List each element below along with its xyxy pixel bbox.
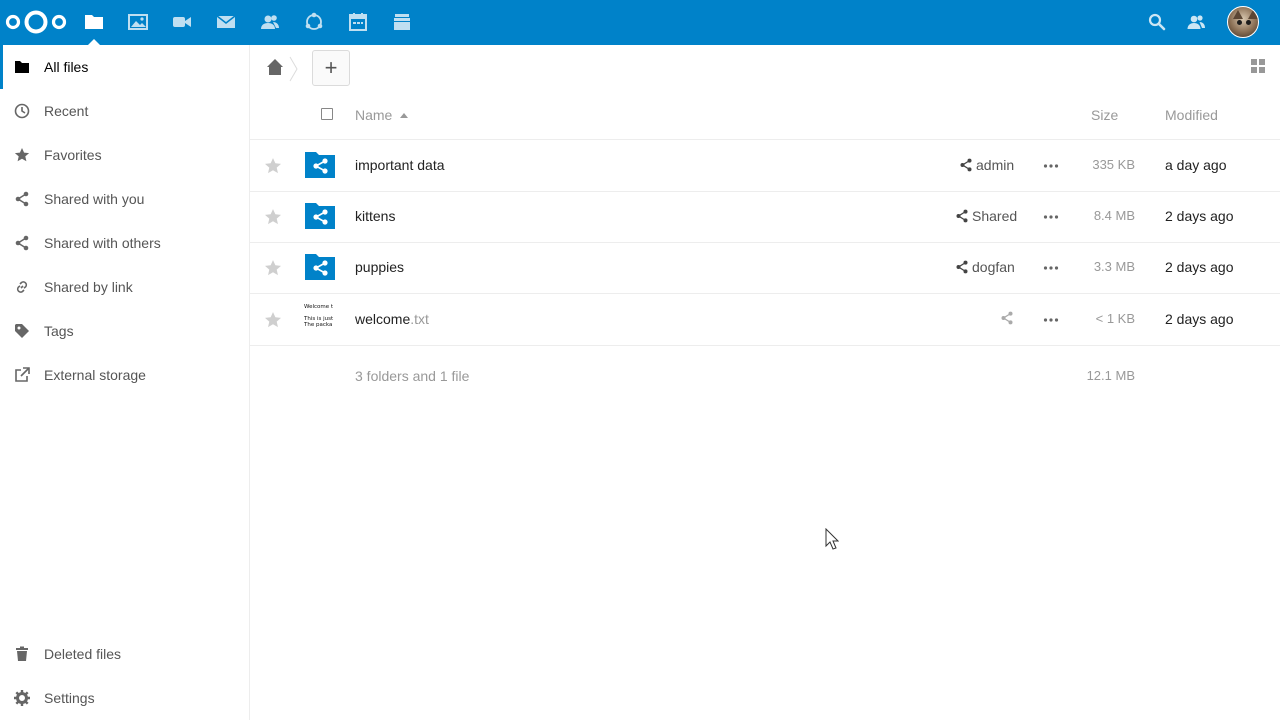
new-file-button[interactable]: + [312, 50, 350, 86]
file-name[interactable]: welcome.txt [355, 311, 429, 327]
file-modified: 2 days ago [1165, 311, 1234, 327]
sidebar-item-favorites[interactable]: Favorites [0, 133, 249, 177]
shared-folder-icon [305, 254, 335, 280]
tag-icon [14, 323, 30, 339]
column-header-size[interactable]: Size [1091, 107, 1118, 123]
contacts-menu-icon[interactable] [1186, 12, 1206, 32]
favorite-star-icon[interactable] [264, 259, 282, 277]
text-file-preview: Welcome t This is just The packa [304, 304, 334, 328]
deck-app-icon[interactable] [391, 11, 413, 33]
nextcloud-logo[interactable] [4, 8, 68, 36]
trash-icon [14, 646, 30, 662]
sidebar-item-shared-by-link[interactable]: Shared by link [0, 265, 249, 309]
share-status[interactable]: dogfan [955, 259, 1015, 275]
top-header [0, 0, 1280, 45]
sidebar-item-tags[interactable]: Tags [0, 309, 249, 353]
star-icon [14, 147, 30, 163]
select-all-checkbox[interactable] [321, 108, 333, 120]
file-row[interactable]: puppies dogfan 3.3 MB 2 days ago [250, 242, 1280, 294]
share-status[interactable]: admin [959, 157, 1014, 173]
gear-icon [14, 690, 30, 706]
file-row[interactable]: Welcome t This is just The packa welcome… [250, 294, 1280, 346]
mail-app-icon[interactable] [215, 11, 237, 33]
file-list-header: Name Size Modified [250, 91, 1280, 140]
file-size: 3.3 MB [1093, 259, 1135, 274]
share-icon [960, 158, 972, 172]
sidebar-item-label: External storage [44, 367, 146, 383]
share-icon [14, 191, 30, 207]
grid-view-icon[interactable] [1250, 58, 1266, 74]
sidebar-item-label: Favorites [44, 147, 102, 163]
file-list-summary: 3 folders and 1 file 12.1 MB [250, 346, 1280, 406]
clock-icon [14, 103, 30, 119]
sort-ascending-icon [400, 113, 408, 118]
favorite-star-icon[interactable] [264, 311, 282, 329]
sidebar-item-label: Shared with you [44, 191, 145, 207]
file-modified: 2 days ago [1165, 208, 1234, 224]
shared-folder-icon [305, 152, 335, 178]
sidebar-item-label: All files [44, 59, 89, 75]
sidebar-item-recent[interactable]: Recent [0, 89, 249, 133]
sidebar-item-label: Recent [44, 103, 89, 119]
link-icon [14, 279, 30, 295]
search-icon[interactable] [1147, 12, 1167, 32]
talk-app-icon[interactable] [171, 11, 193, 33]
sidebar-item-all-files[interactable]: All files [0, 45, 249, 89]
folder-icon [14, 59, 30, 75]
sidebar-item-label: Shared by link [44, 279, 133, 295]
breadcrumb-separator [289, 56, 298, 82]
circles-app-icon[interactable] [303, 11, 325, 33]
sidebar-item-label: Tags [44, 323, 74, 339]
sidebar-item-external-storage[interactable]: External storage [0, 353, 249, 397]
file-row[interactable]: kittens Shared 8.4 MB 2 days ago [250, 191, 1280, 243]
file-size: < 1 KB [1095, 311, 1135, 326]
share-button[interactable] [1000, 311, 1014, 325]
file-name[interactable]: important data [355, 157, 445, 173]
share-status[interactable]: Shared [955, 208, 1017, 224]
column-header-modified[interactable]: Modified [1165, 107, 1218, 123]
column-header-name[interactable]: Name [355, 107, 392, 123]
sidebar-item-settings[interactable]: Settings [0, 676, 249, 720]
sidebar-item-deleted-files[interactable]: Deleted files [0, 632, 249, 676]
sidebar-item-shared-with-others[interactable]: Shared with others [0, 221, 249, 265]
files-app-icon[interactable] [83, 11, 105, 33]
file-size: 8.4 MB [1093, 208, 1135, 223]
external-link-icon [14, 367, 30, 383]
file-name[interactable]: kittens [355, 208, 395, 224]
sidebar-item-shared-with-you[interactable]: Shared with you [0, 177, 249, 221]
photos-app-icon[interactable] [127, 11, 149, 33]
sidebar-item-label: Settings [44, 690, 95, 706]
share-icon [956, 260, 968, 274]
favorite-star-icon[interactable] [264, 157, 282, 175]
contacts-app-icon[interactable] [259, 11, 281, 33]
share-icon [14, 235, 30, 251]
file-row[interactable]: important data admin 335 KB a day ago [250, 140, 1280, 192]
file-modified: 2 days ago [1165, 259, 1234, 275]
summary-size: 12.1 MB [1086, 368, 1135, 383]
app-navigation: All files Recent Favorites Shared with y… [0, 45, 250, 720]
user-avatar[interactable] [1227, 6, 1259, 38]
breadcrumb-controls: + [250, 45, 1280, 91]
file-size: 335 KB [1092, 157, 1135, 172]
summary-count: 3 folders and 1 file [355, 368, 470, 384]
favorite-star-icon[interactable] [264, 208, 282, 226]
sidebar-item-label: Shared with others [44, 235, 161, 251]
calendar-app-icon[interactable] [347, 11, 369, 33]
share-icon [1001, 311, 1013, 325]
home-icon[interactable] [266, 58, 284, 76]
share-icon [956, 209, 968, 223]
shared-folder-icon [305, 203, 335, 229]
file-name[interactable]: puppies [355, 259, 404, 275]
file-modified: a day ago [1165, 157, 1227, 173]
mouse-cursor-icon [825, 528, 839, 550]
sidebar-item-label: Deleted files [44, 646, 122, 662]
